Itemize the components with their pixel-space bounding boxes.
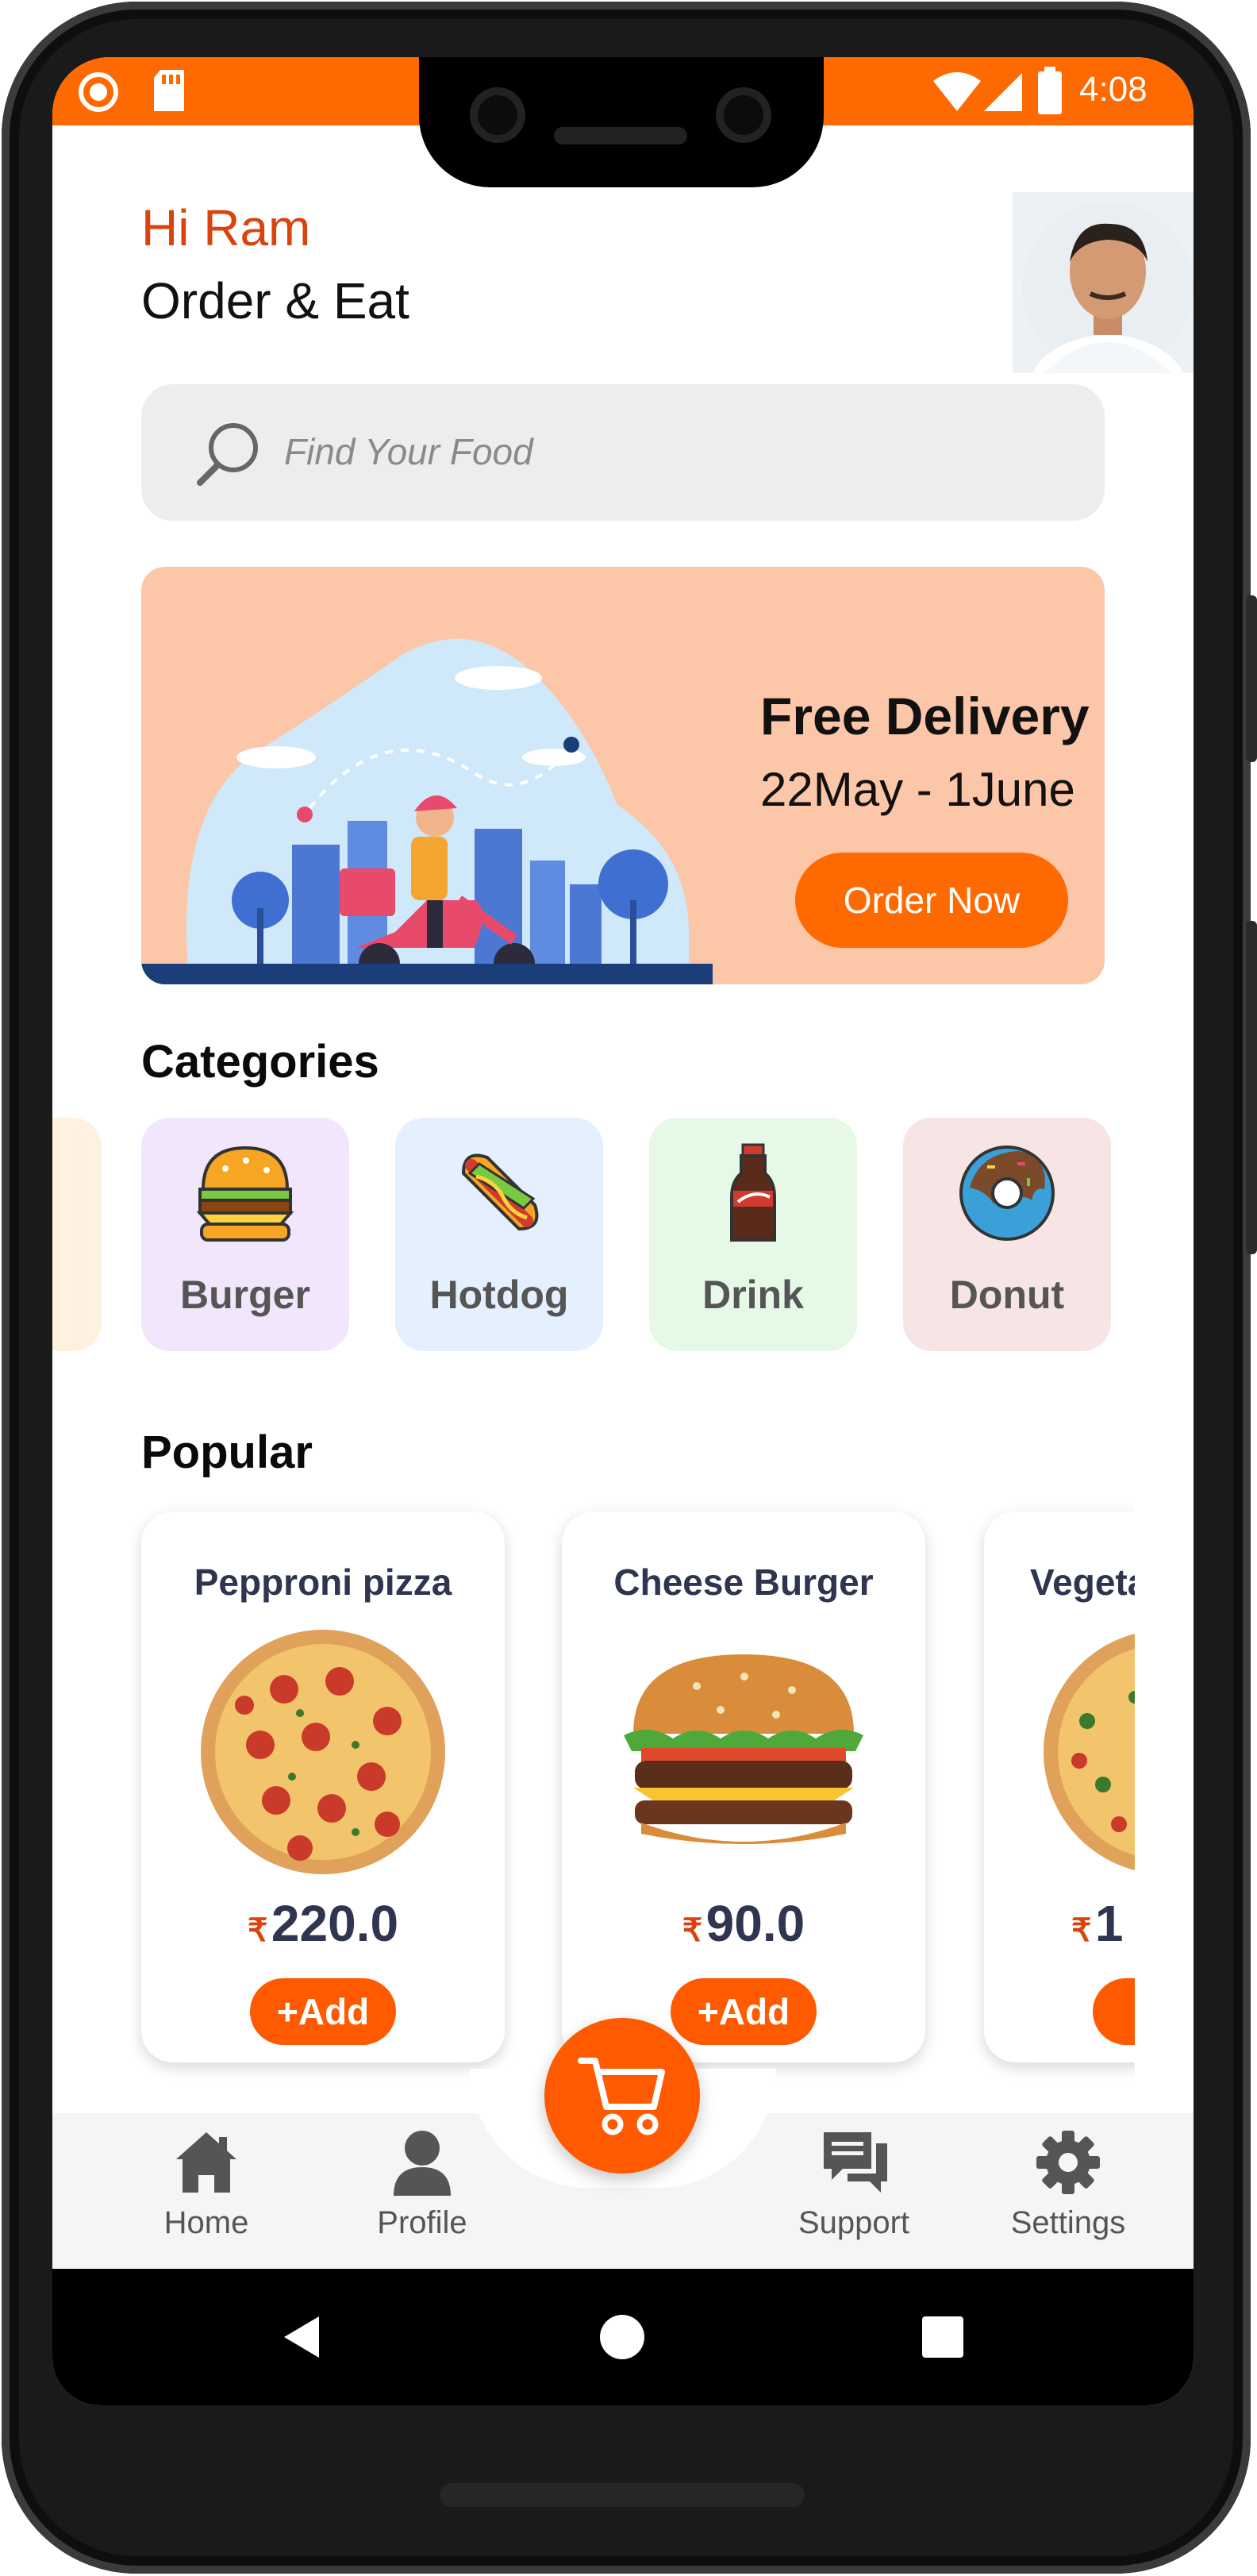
wifi-icon <box>933 72 981 111</box>
banner-title: Free Delivery <box>760 687 1090 745</box>
earpiece <box>554 127 687 144</box>
food-name: Vegeta <box>1030 1561 1135 1603</box>
nav-home[interactable]: Home <box>143 2129 270 2256</box>
add-to-cart-button[interactable]: +Add <box>671 1978 817 2045</box>
price-row: ₹ 1 <box>1071 1894 1124 1953</box>
record-icon <box>79 72 118 112</box>
order-now-button[interactable]: Order Now <box>795 853 1068 948</box>
categories-title: Categories <box>141 1036 379 1088</box>
volume-button <box>1246 921 1257 1254</box>
nav-home-label: Home <box>163 2205 249 2240</box>
food-card[interactable]: Pepproni pizza ₹ 220.0 +Add <box>141 1511 505 2062</box>
pizza-image <box>1044 1634 1135 1870</box>
hotdog-icon <box>461 1153 539 1231</box>
category-card-burger[interactable]: Burger <box>141 1118 349 1351</box>
add-to-cart-button[interactable]: +Add <box>250 1978 396 2045</box>
nav-support[interactable]: Support <box>775 2129 933 2256</box>
search-input[interactable]: Find Your Food <box>284 430 533 473</box>
power-button <box>1246 595 1257 762</box>
category-card-donut[interactable]: Donut <box>903 1118 1111 1351</box>
price-row: ₹ 90.0 <box>562 1894 925 1953</box>
popular-list: Pepproni pizza ₹ 220.0 +Add Cheese Burge… <box>52 1486 1135 2113</box>
delivery-illustration <box>141 638 713 984</box>
nav-support-label: Support <box>798 2205 910 2240</box>
add-to-cart-button[interactable]: + <box>1093 1978 1135 2045</box>
nav-settings-label: Settings <box>1010 2205 1126 2240</box>
greeting-text: Hi Ram <box>141 199 311 256</box>
price-row: ₹ 220.0 <box>141 1894 505 1953</box>
food-name: Pepproni pizza <box>194 1561 452 1603</box>
clock-time: 4:08 <box>1079 70 1147 109</box>
profile-icon <box>394 2131 451 2196</box>
food-price: 220.0 <box>271 1895 399 1952</box>
front-camera-2 <box>716 87 771 143</box>
food-price: 1 <box>1094 1895 1124 1952</box>
system-nav-bar <box>52 2269 1194 2405</box>
page-title: Order & Eat <box>141 272 409 329</box>
recents-icon[interactable] <box>922 2316 963 2358</box>
cart-button[interactable] <box>544 2018 700 2174</box>
category-label: Hotdog <box>429 1273 569 1317</box>
drink-icon <box>730 1143 776 1242</box>
nav-profile[interactable]: Profile <box>359 2129 486 2256</box>
food-price: 90.0 <box>705 1895 805 1952</box>
home-circle-icon[interactable] <box>600 2315 644 2359</box>
gear-icon <box>1036 2131 1100 2194</box>
back-icon[interactable] <box>279 2313 324 2361</box>
sd-card-icon <box>154 70 184 111</box>
notch <box>419 57 824 187</box>
food-name: Cheese Burger <box>613 1561 874 1603</box>
category-card-drink[interactable]: Drink <box>649 1118 857 1351</box>
category-card-partial[interactable] <box>52 1118 102 1351</box>
donut-icon <box>959 1146 1055 1241</box>
rupee-icon: ₹ <box>247 1913 268 1948</box>
food-card-partial[interactable]: Vegeta ₹ 1 + <box>984 1511 1135 2062</box>
category-label: Burger <box>180 1273 310 1317</box>
category-label: Drink <box>702 1273 804 1317</box>
home-icon <box>176 2132 236 2193</box>
support-icon <box>824 2132 887 2193</box>
user-photo <box>1022 202 1194 373</box>
nav-profile-label: Profile <box>377 2205 467 2240</box>
pizza-image <box>201 1630 445 1874</box>
nav-settings[interactable]: Settings <box>989 2129 1147 2256</box>
cart-icon <box>578 2058 665 2135</box>
search-icon <box>197 423 258 486</box>
promo-banner: Free Delivery 22May - 1June Order Now <box>141 567 1105 984</box>
burger-icon <box>196 1146 294 1242</box>
app-screen: 4:08 Hi Ram Order & Eat Find Your Food F… <box>52 57 1194 2405</box>
avatar[interactable] <box>1013 192 1194 373</box>
rupee-icon: ₹ <box>682 1913 703 1948</box>
rupee-icon: ₹ <box>1071 1913 1092 1948</box>
food-card[interactable]: Cheese Burger ₹ 90.0 +Add <box>562 1511 925 2062</box>
banner-dates: 22May - 1June <box>760 763 1075 816</box>
popular-title: Popular <box>141 1427 313 1478</box>
front-camera <box>470 87 525 143</box>
burger-image <box>624 1654 863 1844</box>
search-bar[interactable]: Find Your Food <box>141 384 1105 521</box>
bottom-speaker <box>440 2483 805 2507</box>
category-label: Donut <box>949 1273 1065 1317</box>
signal-icon <box>984 73 1022 111</box>
category-card-hotdog[interactable]: Hotdog <box>395 1118 603 1351</box>
battery-icon <box>1038 67 1062 114</box>
